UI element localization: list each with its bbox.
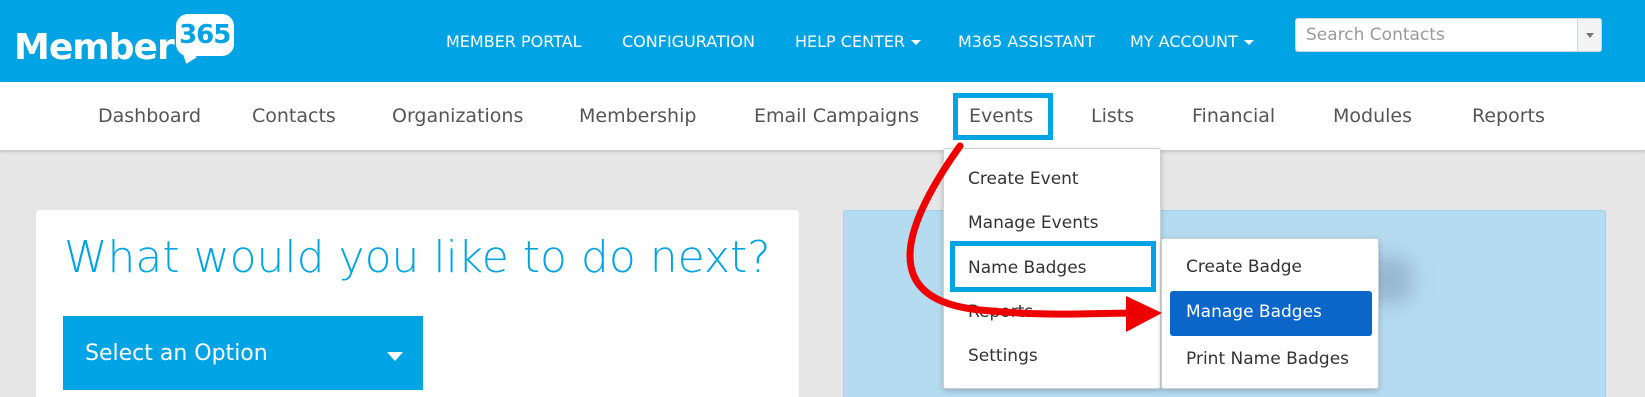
tab-membership[interactable]: Membership — [579, 103, 696, 129]
tab-contacts[interactable]: Contacts — [252, 103, 336, 129]
search-dropdown-button[interactable] — [1577, 19, 1601, 51]
logo-number: 365 — [179, 20, 231, 50]
tab-financial[interactable]: Financial — [1192, 103, 1275, 129]
option-select[interactable]: Select an Option — [63, 316, 423, 390]
menu-item-manage-badges-label: Manage Badges — [1186, 302, 1322, 322]
menu-item-create-event[interactable]: Create Event — [968, 168, 1079, 190]
menu-item-manage-events[interactable]: Manage Events — [968, 212, 1099, 234]
member365-logo[interactable]: Member 365 — [14, 14, 234, 68]
tab-lists[interactable]: Lists — [1091, 103, 1134, 129]
chevron-down-icon — [1243, 40, 1254, 45]
tab-organizations[interactable]: Organizations — [392, 103, 523, 129]
chevron-down-icon — [1585, 32, 1594, 38]
menu-item-create-badge[interactable]: Create Badge — [1186, 256, 1302, 278]
name-badges-highlight-box — [950, 241, 1156, 292]
page-title: What would you like to do next? — [64, 232, 771, 283]
logo-speech-bubble: 365 — [175, 14, 234, 56]
search-contacts — [1295, 18, 1602, 52]
nav-member-portal[interactable]: MEMBER PORTAL — [446, 30, 582, 54]
nav-help-center[interactable]: HELP CENTER — [795, 30, 922, 54]
events-highlight-box — [953, 93, 1053, 140]
menu-item-print-name-badges[interactable]: Print Name Badges — [1186, 348, 1349, 370]
nav-help-center-label: HELP CENTER — [795, 32, 906, 51]
search-input[interactable] — [1296, 19, 1578, 51]
chevron-down-icon — [911, 40, 922, 45]
tab-email-campaigns[interactable]: Email Campaigns — [754, 103, 919, 129]
badges-submenu: Create Badge Manage Badges Print Name Ba… — [1161, 238, 1379, 389]
nav-m365-assistant[interactable]: M365 ASSISTANT — [958, 30, 1095, 54]
next-action-card: What would you like to do next? Select a… — [36, 210, 799, 397]
menu-item-settings[interactable]: Settings — [968, 345, 1038, 367]
menu-item-manage-badges[interactable]: Manage Badges — [1170, 291, 1372, 336]
tab-reports[interactable]: Reports — [1472, 103, 1545, 129]
option-select-label: Select an Option — [85, 340, 268, 366]
nav-my-account-label: MY ACCOUNT — [1130, 32, 1238, 51]
menu-item-reports[interactable]: Reports — [968, 301, 1033, 323]
nav-my-account[interactable]: MY ACCOUNT — [1130, 30, 1254, 54]
top-header-bar: Member 365 MEMBER PORTAL CONFIGURATION H… — [0, 0, 1645, 82]
nav-configuration[interactable]: CONFIGURATION — [622, 30, 755, 54]
logo-wordmark: Member — [14, 27, 175, 68]
chevron-down-icon — [387, 352, 403, 361]
main-nav: Dashboard Contacts Organizations Members… — [0, 82, 1645, 150]
tab-modules[interactable]: Modules — [1333, 103, 1412, 129]
tab-dashboard[interactable]: Dashboard — [98, 103, 201, 129]
